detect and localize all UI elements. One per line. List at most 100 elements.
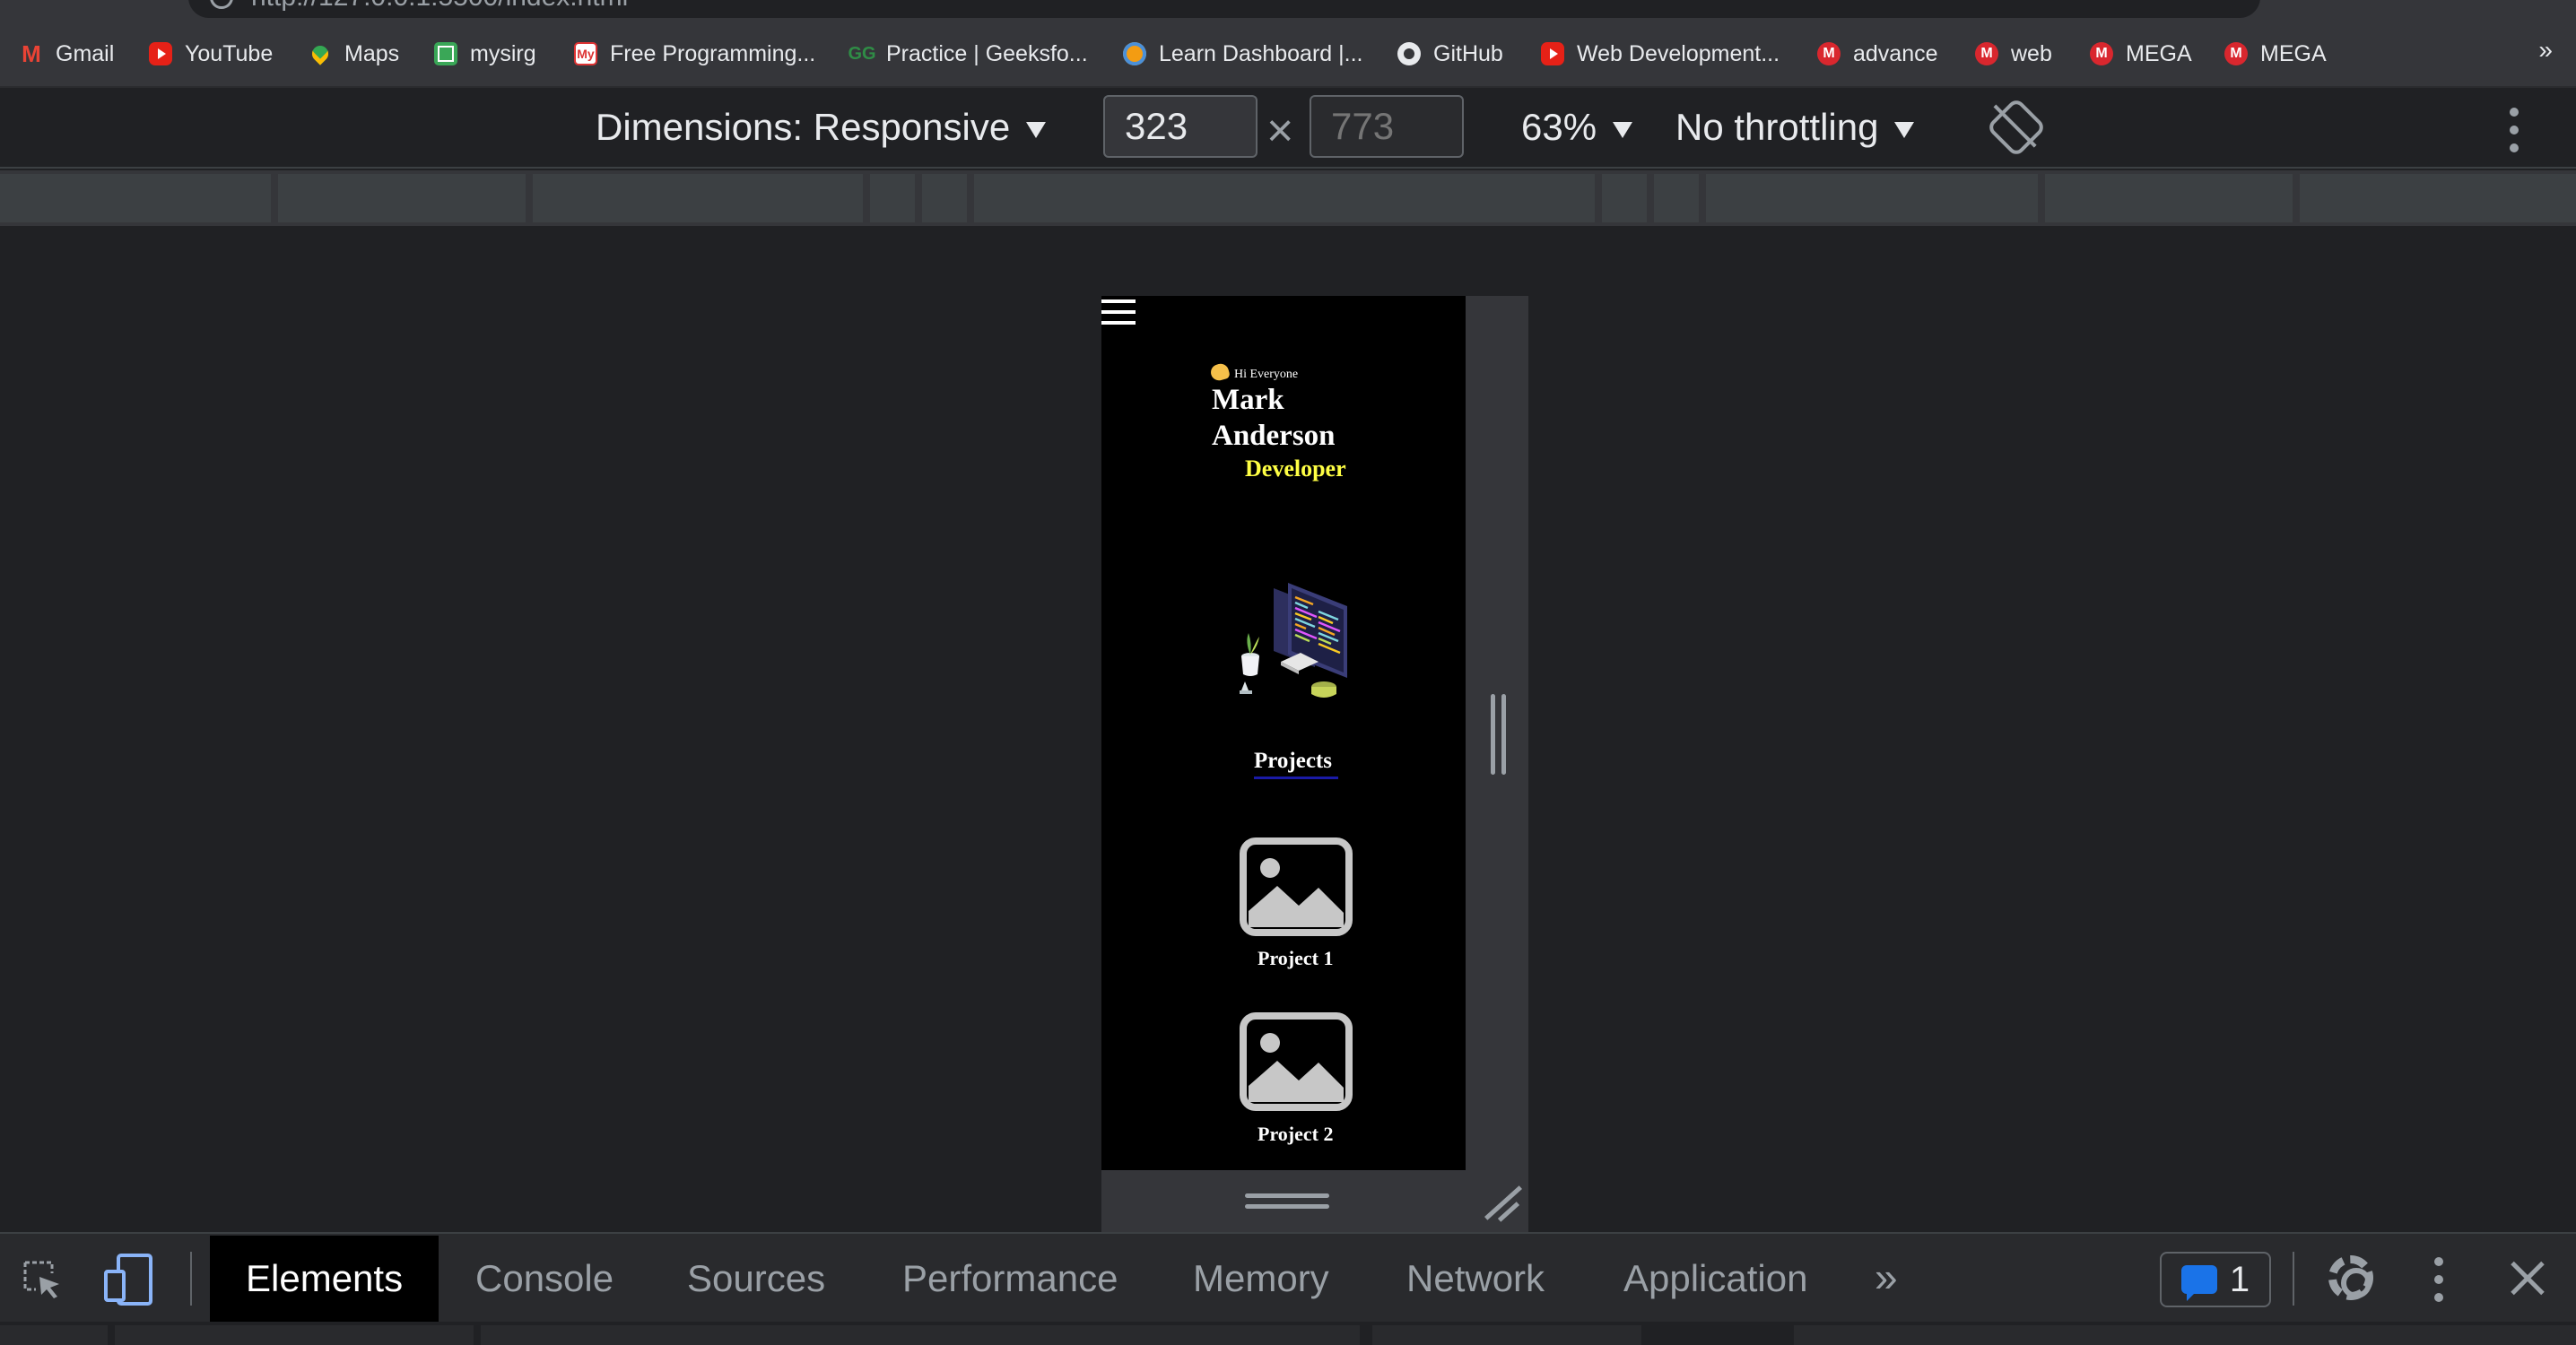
times-icon: × [1266, 105, 1294, 157]
media-query-segment[interactable] [974, 174, 1595, 222]
dimensions-dropdown[interactable]: Dimensions: Responsive [596, 106, 1047, 149]
subpanel-segment [481, 1325, 1360, 1345]
throttling-dropdown[interactable]: No throttling [1675, 106, 1915, 149]
divider [190, 1252, 192, 1306]
media-query-segment[interactable] [2045, 174, 2293, 222]
bookmark-label: Web Development... [1577, 40, 1780, 66]
bookmark-geeksforgeeks[interactable]: GG Practice | Geeksfo... [848, 36, 1088, 72]
bookmark-learn-dashboard[interactable]: Learn Dashboard |... [1123, 36, 1362, 72]
bookmark-label: advance [1853, 40, 1938, 66]
hamburger-menu-icon[interactable] [1101, 299, 1136, 325]
project-1-label[interactable]: Project 1 [1258, 947, 1334, 970]
device-toolbar-toggle-icon[interactable] [104, 1254, 154, 1306]
bookmark-mega-1[interactable]: M MEGA [2090, 36, 2192, 72]
youtube-icon [149, 42, 172, 65]
media-query-segment[interactable] [870, 174, 915, 222]
gear-icon[interactable] [2328, 1255, 2373, 1300]
close-icon[interactable] [2502, 1254, 2553, 1304]
height-input[interactable] [1310, 95, 1464, 158]
gmail-icon: M [22, 39, 41, 67]
tab-sources[interactable]: Sources [651, 1236, 861, 1322]
issues-count: 1 [2229, 1259, 2250, 1299]
chevron-down-icon [1613, 121, 1633, 138]
project-2-image-placeholder-icon[interactable] [1240, 1012, 1353, 1111]
bookmark-maps[interactable]: Maps [309, 36, 399, 72]
zoom-dropdown[interactable]: 63% [1521, 106, 1633, 149]
media-query-segment[interactable] [2300, 174, 2576, 222]
geeksforgeeks-icon: GG [848, 43, 876, 64]
bookmarks-overflow-button[interactable]: » [2538, 36, 2553, 65]
greeting-text: Hi Everyone [1234, 368, 1299, 381]
more-options-icon[interactable] [2434, 1257, 2445, 1302]
tab-memory[interactable]: Memory [1157, 1236, 1365, 1322]
maps-icon [309, 42, 332, 65]
bookmark-free-programming[interactable]: My Free Programming... [574, 36, 815, 72]
media-query-segment[interactable] [1654, 174, 1699, 222]
tab-console[interactable]: Console [439, 1236, 649, 1322]
tab-strip: http://127.0.0.1:5500/index.html [0, 0, 2576, 20]
resize-grip-icon [1245, 1193, 1329, 1198]
bookmark-advance[interactable]: M advance [1817, 36, 1938, 72]
bookmark-github[interactable]: GitHub [1397, 36, 1503, 72]
learn-dashboard-icon [1123, 42, 1146, 65]
resize-corner-icon[interactable] [1476, 1184, 1521, 1222]
mega-icon: M [2224, 42, 2248, 65]
inspect-element-icon[interactable] [22, 1259, 63, 1300]
throttling-label: No throttling [1675, 106, 1879, 148]
chevron-down-icon [1894, 121, 1915, 138]
subpanel-segment [115, 1325, 474, 1345]
issues-button[interactable]: 1 [2160, 1252, 2271, 1307]
resize-handle-right[interactable] [1466, 296, 1528, 1170]
media-query-segment[interactable] [1602, 174, 1647, 222]
site-info-icon[interactable] [210, 0, 233, 9]
bookmark-label: web [2011, 40, 2052, 66]
mega-icon: M [1817, 42, 1841, 65]
device-toolbar: Dimensions: Responsive × 63% No throttli… [0, 88, 2576, 169]
free-programming-icon: My [574, 42, 597, 65]
zoom-label: 63% [1521, 106, 1597, 148]
subpanel-segment [0, 1325, 108, 1345]
bookmark-mysirg[interactable]: mysirg [434, 36, 536, 72]
bookmark-label: Practice | Geeksfo... [886, 40, 1088, 66]
address-bar[interactable]: http://127.0.0.1:5500/index.html [188, 0, 2260, 18]
media-query-segment[interactable] [1706, 174, 2038, 222]
bookmark-label: GitHub [1433, 40, 1503, 66]
rotate-icon[interactable] [1986, 97, 2047, 158]
media-query-segment[interactable] [922, 174, 967, 222]
subpanel-segment [1372, 1325, 1641, 1345]
message-icon [2180, 1265, 2217, 1301]
bookmark-label: Free Programming... [610, 40, 816, 66]
developer-workstation-illustration [1240, 583, 1347, 698]
bookmark-web-development[interactable]: Web Development... [1541, 36, 1780, 72]
more-tabs-button[interactable]: » [1875, 1236, 1898, 1322]
mega-icon: M [1975, 42, 1998, 65]
bookmarks-bar: M Gmail YouTube Maps mysirg My Free Prog… [0, 20, 2576, 88]
media-query-segment[interactable] [0, 174, 271, 222]
project-2-label[interactable]: Project 2 [1258, 1123, 1334, 1146]
tab-elements[interactable]: Elements [210, 1236, 439, 1322]
subpanel-segment [1794, 1325, 2576, 1345]
resize-handle-bottom[interactable] [1101, 1170, 1528, 1232]
bookmark-youtube[interactable]: YouTube [149, 36, 273, 72]
width-input[interactable] [1103, 95, 1258, 158]
media-query-segment[interactable] [533, 174, 863, 222]
tab-performance[interactable]: Performance [866, 1236, 1153, 1322]
media-query-segment[interactable] [278, 174, 526, 222]
more-options-icon[interactable] [2510, 108, 2520, 152]
tab-network[interactable]: Network [1371, 1236, 1580, 1322]
project-1-image-placeholder-icon[interactable] [1240, 837, 1353, 936]
bookmark-label: Gmail [56, 40, 115, 66]
bookmark-mega-2[interactable]: M MEGA [2224, 36, 2327, 72]
divider [2293, 1252, 2294, 1306]
bookmark-label: MEGA [2260, 40, 2327, 66]
bookmark-label: Learn Dashboard |... [1159, 40, 1363, 66]
bookmark-label: MEGA [2126, 40, 2192, 66]
github-icon [1397, 42, 1421, 65]
bookmark-gmail[interactable]: M Gmail [20, 36, 114, 72]
bookmark-label: YouTube [185, 40, 274, 66]
bookmark-web[interactable]: M web [1975, 36, 2052, 72]
devtools-tab-bar: Elements Console Sources Performance Mem… [0, 1236, 2576, 1322]
hero-first-name: Mark [1212, 384, 1284, 416]
devtools-subpanel-strip [0, 1322, 2576, 1345]
tab-application[interactable]: Application [1588, 1236, 1843, 1322]
